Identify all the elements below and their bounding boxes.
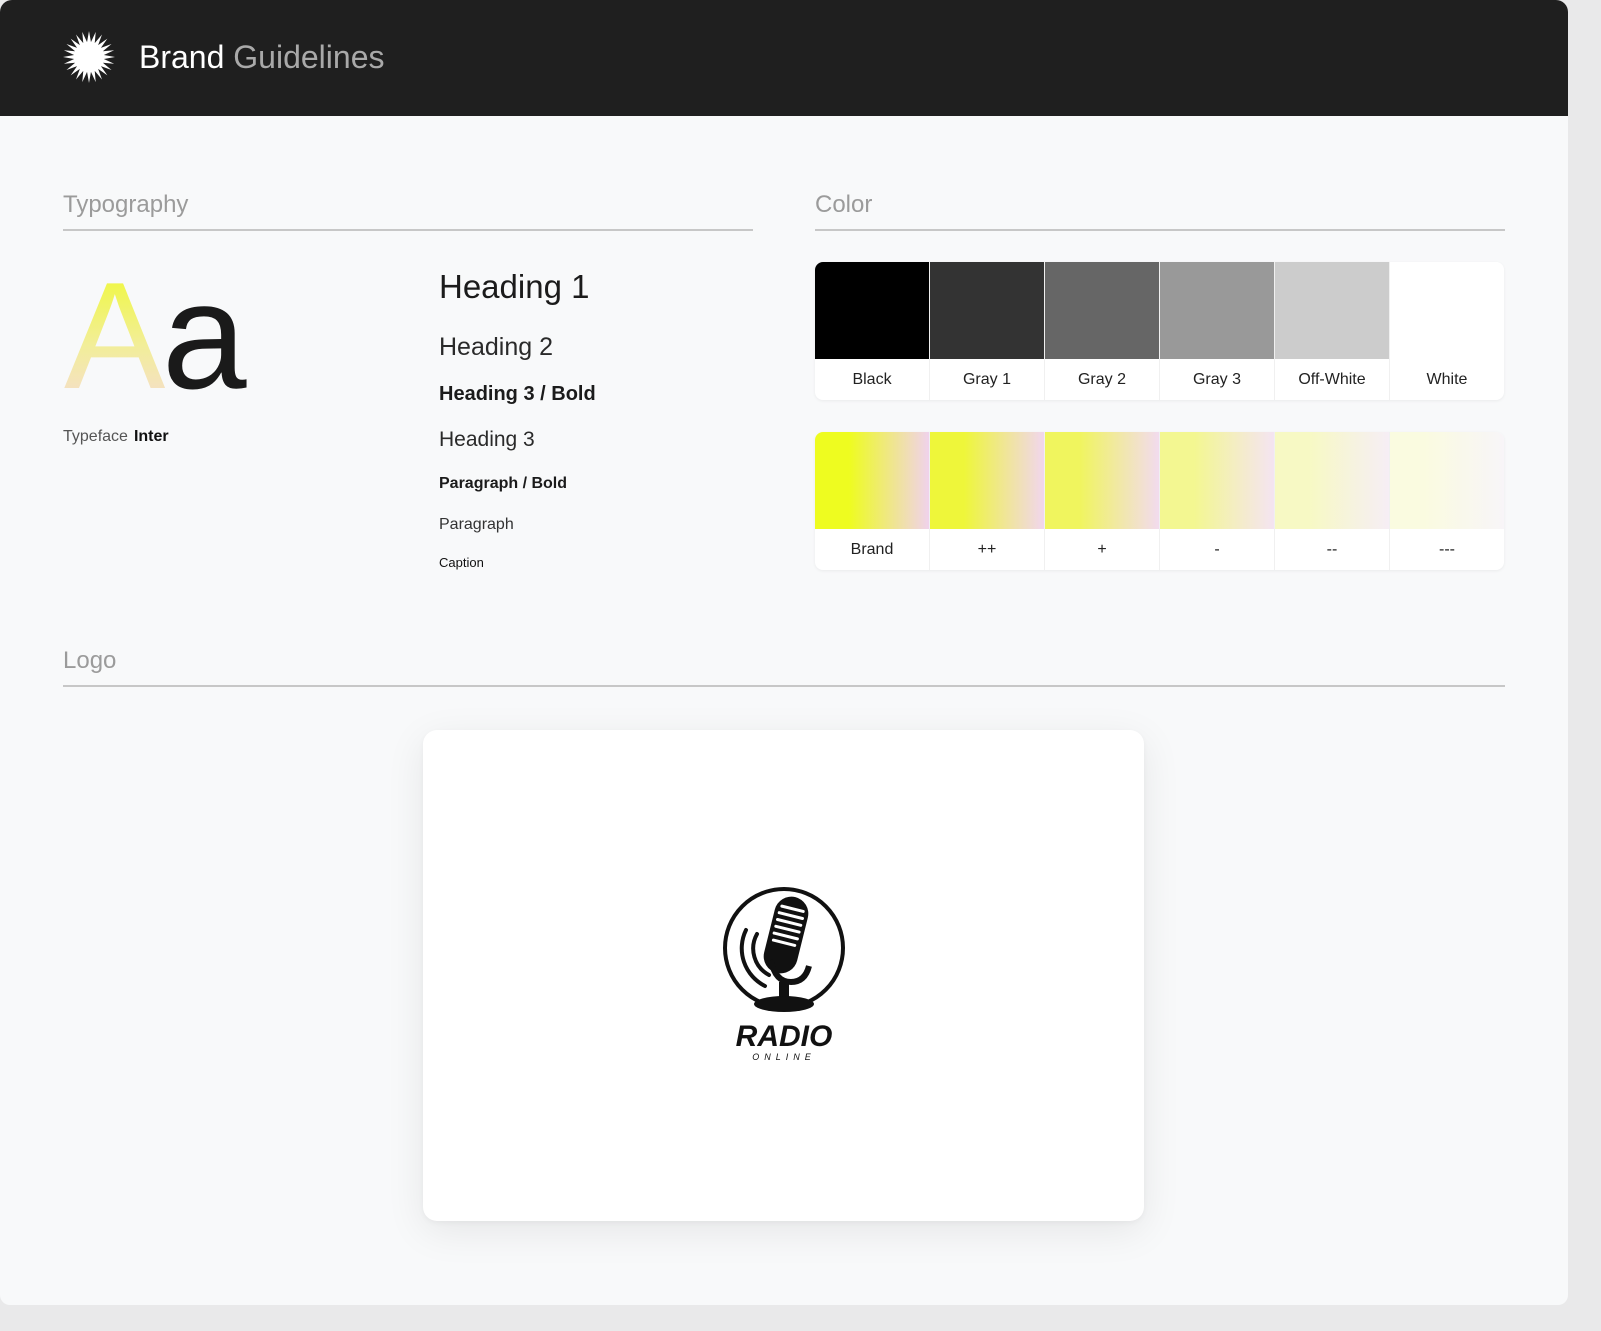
sample-heading-2: Heading 2	[439, 333, 553, 361]
logo-card: RADIO ONLINE	[423, 730, 1144, 1221]
specimen-upper: A	[64, 255, 166, 405]
brand-swatch-label: Brand	[850, 540, 894, 558]
neutrals-swatch-color	[1390, 262, 1504, 359]
brand-swatch: -	[1160, 432, 1275, 570]
brand-swatch-color	[1160, 432, 1274, 529]
typeface-name: Inter	[133, 428, 169, 445]
neutrals-swatch-color	[815, 262, 929, 359]
type-specimen: A a	[64, 255, 247, 405]
title-secondary: Guidelines	[233, 39, 385, 75]
neutrals-swatch-label: Gray 1	[962, 370, 1011, 388]
neutrals-swatch-color	[1275, 262, 1389, 359]
brand-swatch-color	[930, 432, 1044, 529]
starburst-icon	[63, 31, 115, 83]
neutrals-swatch: Gray 1	[930, 262, 1045, 400]
microphone-icon	[723, 887, 845, 1012]
neutrals-swatch-label: White	[1426, 370, 1468, 388]
neutrals-swatch: Black	[815, 262, 930, 400]
brand-guidelines-page: Brand Guidelines Typography A a Typeface…	[0, 0, 1568, 1305]
neutrals-swatch: Gray 2	[1045, 262, 1160, 400]
brand-palette: Brand ++ + - -- ---	[815, 432, 1504, 570]
neutrals-swatch-label: Gray 3	[1192, 370, 1241, 388]
neutrals-swatch-color	[930, 262, 1044, 359]
sample-caption: Caption	[439, 555, 484, 570]
logo-section-title: Logo	[63, 647, 117, 674]
neutrals-swatch: Off-White	[1275, 262, 1390, 400]
sample-heading-3-bold: Heading 3 / Bold	[439, 383, 596, 405]
page-title: Brand Guidelines	[139, 36, 384, 78]
typeface-label: Typeface	[63, 428, 128, 445]
brand-swatch: --	[1275, 432, 1390, 570]
brand-swatch-label: ---	[1439, 540, 1455, 558]
neutrals-swatch-label: Off-White	[1298, 370, 1366, 388]
neutrals-swatch-color	[1160, 262, 1274, 359]
logo-wordmark: RADIO	[736, 1020, 833, 1053]
brand-swatch-label: --	[1326, 540, 1338, 558]
brand-swatch-label: ++	[977, 540, 997, 558]
specimen-lower: a	[162, 255, 247, 405]
title-primary: Brand	[139, 39, 225, 75]
brand-swatch: ---	[1390, 432, 1504, 570]
neutrals-swatch: White	[1390, 262, 1504, 400]
sample-paragraph-bold: Paragraph / Bold	[439, 475, 568, 492]
typography-divider	[63, 229, 753, 231]
color-divider	[815, 229, 1505, 231]
brand-swatch-color	[1390, 432, 1504, 529]
color-section-title: Color	[815, 191, 873, 218]
brand-swatch-label: -	[1214, 540, 1220, 558]
logo-divider	[63, 685, 1505, 687]
sample-heading-1: Heading 1	[439, 268, 590, 305]
typography-section-title: Typography	[63, 191, 189, 218]
brand-swatch: ++	[930, 432, 1045, 570]
neutrals-swatch-color	[1045, 262, 1159, 359]
neutrals-swatch: Gray 3	[1160, 262, 1275, 400]
typeface-info: Typeface Inter	[63, 428, 169, 446]
radio-online-logo: RADIO ONLINE	[723, 887, 845, 1062]
sample-paragraph: Paragraph	[439, 516, 514, 533]
sample-heading-3: Heading 3	[439, 428, 535, 451]
brand-swatch-color	[815, 432, 929, 529]
brand-swatch-color	[1275, 432, 1389, 529]
brand-swatch-color	[1045, 432, 1159, 529]
brand-swatch: Brand	[815, 432, 930, 570]
header-bar: Brand Guidelines	[0, 0, 1568, 116]
logo-tagline: ONLINE	[752, 1052, 816, 1062]
brand-swatch-label: +	[1097, 540, 1107, 558]
brand-swatch: +	[1045, 432, 1160, 570]
neutral-palette: Black Gray 1 Gray 2 Gray 3 Off-White White	[815, 262, 1504, 400]
neutrals-swatch-label: Gray 2	[1077, 370, 1126, 388]
neutrals-swatch-label: Black	[852, 370, 892, 388]
